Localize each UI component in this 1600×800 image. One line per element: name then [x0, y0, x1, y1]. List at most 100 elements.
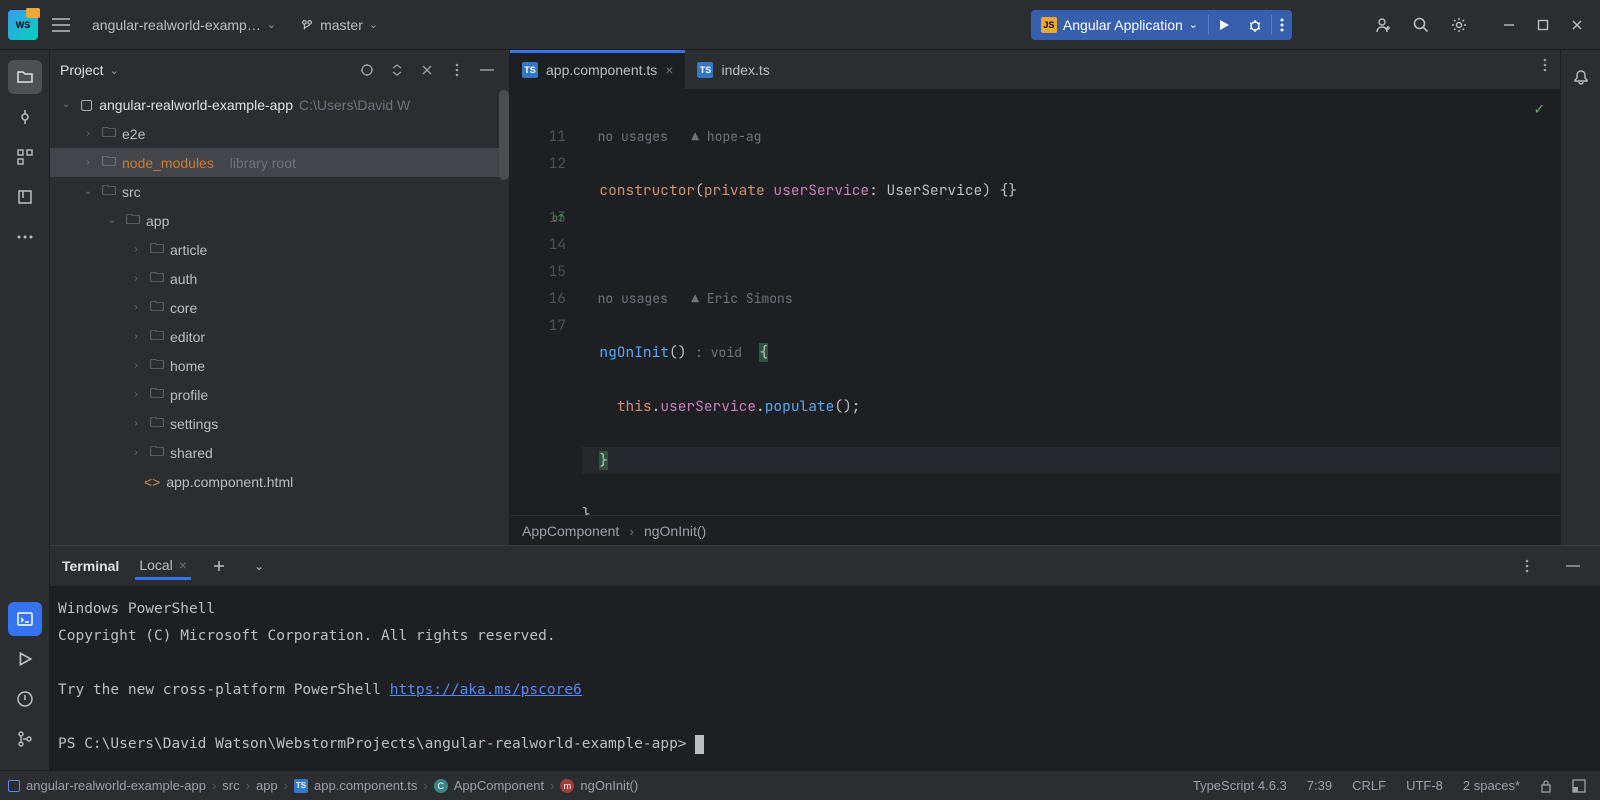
- chevron-right-icon: ›: [128, 447, 144, 458]
- tree-item-shared[interactable]: ›🗀shared: [50, 438, 509, 467]
- folder-icon: 🗀: [150, 383, 164, 407]
- tree-item-src[interactable]: ⌄🗀src: [50, 177, 509, 206]
- chevron-down-icon[interactable]: ⌄: [110, 64, 119, 77]
- tree-item-settings[interactable]: ›🗀settings: [50, 409, 509, 438]
- line-separator[interactable]: CRLF: [1346, 778, 1392, 793]
- chevron-down-icon: ⌄: [104, 215, 120, 226]
- inspection-ok-icon[interactable]: ✓: [1534, 98, 1544, 119]
- new-terminal-button[interactable]: [207, 551, 231, 581]
- project-selector[interactable]: angular-realworld-examp… ⌄: [84, 13, 284, 37]
- tree-item-e2e[interactable]: ›🗀e2e: [50, 119, 509, 148]
- html-file-icon: <>: [144, 474, 160, 490]
- main-menu-button[interactable]: [46, 10, 76, 40]
- terminal-tool-button[interactable]: [8, 602, 42, 636]
- ts-file-icon: TS: [522, 62, 538, 78]
- tree-item-app[interactable]: ⌄🗀app: [50, 206, 509, 235]
- terminal-options-button[interactable]: [1512, 551, 1542, 581]
- folder-icon: 🗀: [150, 412, 164, 436]
- hide-panel-button[interactable]: [475, 58, 499, 82]
- maximize-button[interactable]: [1528, 10, 1558, 40]
- readonly-toggle[interactable]: [1534, 779, 1558, 793]
- chevron-right-icon: ›: [128, 418, 144, 429]
- run-tool-button[interactable]: [8, 642, 42, 676]
- hide-terminal-button[interactable]: [1558, 551, 1588, 581]
- code-editor[interactable]: ✓ 11 12 13o↑ 14 15 16 17 no usages ▲ hop…: [510, 90, 1560, 515]
- tab-index[interactable]: TS index.ts: [685, 50, 781, 89]
- statusbar: angular-realworld-example-app› src› app›…: [0, 770, 1600, 800]
- tree-item-editor[interactable]: ›🗀editor: [50, 322, 509, 351]
- statusbar-menu[interactable]: [1566, 779, 1592, 793]
- close-button[interactable]: [1562, 10, 1592, 40]
- folder-icon: 🗀: [150, 441, 164, 465]
- pscore-link[interactable]: https://aka.ms/pscore6: [390, 682, 582, 698]
- tree-scrollbar[interactable]: [499, 90, 509, 180]
- file-encoding[interactable]: UTF-8: [1400, 778, 1449, 793]
- branch-selector[interactable]: master ⌄: [292, 13, 386, 37]
- tab-app-component[interactable]: TS app.component.ts ×: [510, 50, 685, 89]
- folder-icon: 🗀: [150, 296, 164, 320]
- override-gutter-icon[interactable]: o↑: [552, 204, 564, 231]
- project-panel-header: Project ⌄: [50, 50, 509, 90]
- tab-label: app.component.ts: [546, 62, 657, 78]
- debug-button[interactable]: [1239, 10, 1271, 40]
- breadcrumb-method[interactable]: ngOnInit(): [644, 523, 706, 539]
- tree-root-path: C:\Users\David W: [299, 97, 410, 113]
- project-tree[interactable]: ⌄ ▢ angular-realworld-example-app C:\Use…: [50, 90, 509, 545]
- folder-icon: 🗀: [102, 180, 116, 204]
- tree-item-auth[interactable]: ›🗀auth: [50, 264, 509, 293]
- search-button[interactable]: [1406, 10, 1436, 40]
- tree-item-profile[interactable]: ›🗀profile: [50, 380, 509, 409]
- expand-all-button[interactable]: [385, 58, 409, 82]
- left-tool-rail: [0, 50, 50, 770]
- select-opened-file-button[interactable]: [355, 58, 379, 82]
- tree-item-core[interactable]: ›🗀core: [50, 293, 509, 322]
- editor-options-button[interactable]: [1530, 50, 1560, 80]
- structure-tool-button[interactable]: [8, 140, 42, 174]
- panel-options-button[interactable]: [445, 58, 469, 82]
- indent-config[interactable]: 2 spaces*: [1457, 778, 1526, 793]
- editor-tabs: TS app.component.ts × TS index.ts: [510, 50, 1560, 90]
- run-config-select[interactable]: JS Angular Application ⌄: [1031, 10, 1208, 40]
- terminal-tab-local[interactable]: Local ×: [135, 553, 191, 580]
- chevron-right-icon: ›: [128, 273, 144, 284]
- minimize-button[interactable]: [1494, 10, 1524, 40]
- chevron-down-icon: ⌄: [267, 18, 276, 31]
- folder-icon: 🗀: [150, 238, 164, 262]
- project-panel: Project ⌄ ⌄ ▢ angular-realworld-example-…: [50, 50, 510, 545]
- collapse-all-button[interactable]: [415, 58, 439, 82]
- tree-item-home[interactable]: ›🗀home: [50, 351, 509, 380]
- vcs-tool-button[interactable]: [8, 722, 42, 756]
- tree-root-name: angular-realworld-example-app: [99, 97, 293, 113]
- bookmarks-tool-button[interactable]: [8, 180, 42, 214]
- chevron-down-icon: ⌄: [369, 18, 378, 31]
- typescript-version[interactable]: TypeScript 4.6.3: [1187, 778, 1293, 793]
- folder-icon: 🗀: [126, 209, 140, 233]
- class-icon: C: [434, 779, 448, 793]
- terminal-body[interactable]: Windows PowerShell Copyright (C) Microso…: [50, 586, 1600, 770]
- chevron-right-icon: ›: [128, 360, 144, 371]
- webstorm-logo: WS: [8, 10, 38, 40]
- close-icon[interactable]: ×: [665, 62, 673, 78]
- terminal-dropdown-button[interactable]: ⌄: [247, 551, 271, 581]
- close-icon[interactable]: ×: [179, 557, 187, 573]
- project-tool-button[interactable]: [8, 60, 42, 94]
- tree-root[interactable]: ⌄ ▢ angular-realworld-example-app C:\Use…: [50, 90, 509, 119]
- collab-button[interactable]: [1368, 10, 1398, 40]
- commit-tool-button[interactable]: [8, 100, 42, 134]
- run-button[interactable]: [1209, 10, 1239, 40]
- notifications-button[interactable]: [1564, 60, 1598, 94]
- nav-breadcrumb[interactable]: angular-realworld-example-app› src› app›…: [8, 778, 638, 793]
- run-more-button[interactable]: [1272, 10, 1292, 40]
- folder-icon: 🗀: [150, 325, 164, 349]
- tree-item-article[interactable]: ›🗀article: [50, 235, 509, 264]
- chevron-right-icon: ›: [80, 128, 96, 139]
- chevron-right-icon: ›: [629, 523, 634, 539]
- breadcrumb-class[interactable]: AppComponent: [522, 523, 619, 539]
- chevron-right-icon: ›: [128, 389, 144, 400]
- more-tools-button[interactable]: [8, 220, 42, 254]
- tree-item-node-modules[interactable]: ›🗀node_modules library root: [50, 148, 509, 177]
- settings-button[interactable]: [1444, 10, 1474, 40]
- tree-item-app-component-html[interactable]: <>app.component.html: [50, 467, 509, 496]
- problems-tool-button[interactable]: [8, 682, 42, 716]
- caret-position[interactable]: 7:39: [1301, 778, 1338, 793]
